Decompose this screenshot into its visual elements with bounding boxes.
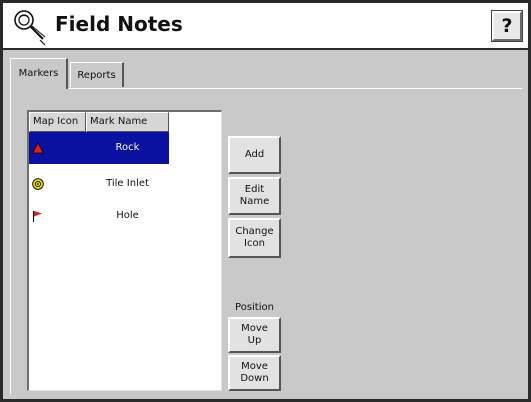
move-down-button[interactable]: Move Down (228, 355, 281, 391)
change-icon-button[interactable]: Change Icon (228, 218, 281, 258)
column-header-mark-name[interactable]: Mark Name (86, 112, 169, 132)
move-up-button[interactable]: Move Up (228, 317, 281, 353)
mark-name: Hole (116, 210, 139, 221)
field-notes-icon (14, 10, 46, 46)
add-button[interactable]: Add (228, 136, 281, 174)
title-bar: Field Notes ? (3, 0, 528, 50)
column-header-map-icon[interactable]: Map Icon (29, 112, 86, 132)
tab-markers[interactable]: Markers (10, 58, 68, 89)
list-header: Map Icon Mark Name (29, 112, 169, 132)
mark-name: Rock (115, 142, 140, 153)
markers-list[interactable]: Map Icon Mark Name Rock Tile Inlet Hole (27, 110, 222, 391)
red-flag-icon (33, 211, 42, 222)
mark-name: Tile Inlet (106, 178, 149, 189)
list-item[interactable]: Tile Inlet (29, 168, 169, 200)
field-notes-window: Field Notes ? Markers Reports Map Icon M… (0, 0, 531, 402)
list-item[interactable]: Hole (29, 200, 169, 232)
yellow-target-icon (32, 178, 44, 190)
position-label: Position (235, 302, 274, 313)
red-triangle-icon (32, 142, 44, 154)
list-item[interactable]: Rock (29, 132, 169, 164)
edit-name-button[interactable]: Edit Name (228, 177, 281, 215)
help-button[interactable]: ? (491, 10, 523, 42)
tab-reports[interactable]: Reports (70, 62, 124, 87)
page-title: Field Notes (55, 12, 183, 36)
